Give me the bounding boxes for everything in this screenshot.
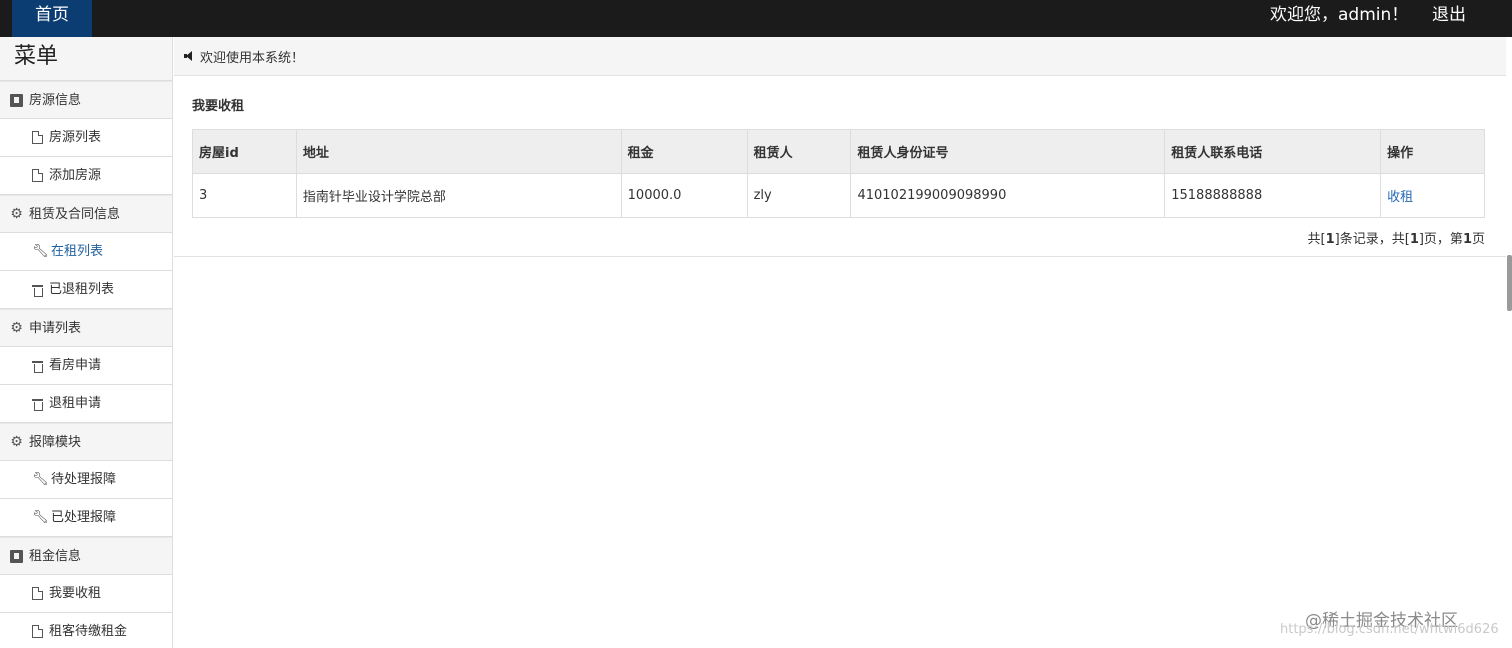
watermark-url: https://blog.csdn.net/whtwl6d626 <box>1280 622 1499 637</box>
sidebar-item-collect-rent[interactable]: 我要收租 <box>0 575 172 613</box>
table-row: 3 指南针毕业设计学院总部 10000.0 zly 41010219900909… <box>192 173 1485 218</box>
sidebar-item-label: 已处理报障 <box>51 510 117 525</box>
sidebar-group-label: 申请列表 <box>29 320 82 336</box>
trash-icon <box>32 284 43 297</box>
sidebar-item-termination-requests[interactable]: 退租申请 <box>0 385 172 423</box>
collect-rent-link[interactable]: 收租 <box>1387 190 1413 205</box>
cell-rent: 10000.0 <box>620 173 748 218</box>
sidebar-item-ended-lease-list[interactable]: 已退租列表 <box>0 271 172 309</box>
sidebar-group-house-info[interactable]: 房源信息 <box>0 81 172 119</box>
cell-address: 指南针毕业设计学院总部 <box>295 173 622 218</box>
column-header-rent: 租金 <box>620 129 748 174</box>
trash-icon <box>32 398 43 411</box>
top-navbar: 首页 欢迎您，admin！ 退出 <box>0 0 1512 37</box>
file-icon <box>32 625 43 638</box>
menu-title: 菜单 <box>0 37 172 81</box>
collect-rent-panel: 我要收租 房屋id 地址 租金 租赁人 租赁人身份证号 租赁人联系电话 操作 3 <box>174 76 1506 257</box>
sidebar-group-applications[interactable]: ⚙ 申请列表 <box>0 309 172 347</box>
sidebar-item-renting-list[interactable]: 🔧︎ 在租列表 <box>0 233 172 271</box>
cell-tenant: zly <box>746 173 852 218</box>
sidebar-item-pending-repairs[interactable]: 🔧︎ 待处理报障 <box>0 461 172 499</box>
sidebar-menu: 菜单 房源信息 房源列表 添加房源 ⚙ 租赁及合同信息 🔧︎ 在租列表 已退租列… <box>0 37 173 648</box>
gear-icon: ⚙ <box>10 433 23 450</box>
column-header-house-id: 房屋id <box>192 129 297 174</box>
logout-link[interactable]: 退出 <box>1432 0 1466 30</box>
cell-house-id: 3 <box>192 173 297 218</box>
sidebar-group-label: 租赁及合同信息 <box>29 206 121 222</box>
sidebar-item-label: 租客待缴租金 <box>49 624 128 639</box>
notice-bar: 欢迎使用本系统！ <box>174 37 1506 76</box>
book-icon <box>10 93 23 107</box>
home-tab[interactable]: 首页 <box>12 0 92 37</box>
book-icon <box>10 549 23 563</box>
rent-table: 房屋id 地址 租金 租赁人 租赁人身份证号 租赁人联系电话 操作 3 指南针毕… <box>192 129 1485 218</box>
sidebar-item-label: 我要收租 <box>49 586 102 601</box>
main-content: 欢迎使用本系统！ 我要收租 房屋id 地址 租金 租赁人 租赁人身份证号 租赁人… <box>174 37 1506 648</box>
cell-actions: 收租 <box>1380 173 1485 218</box>
scrollbar-thumb[interactable] <box>1507 255 1512 311</box>
pager-record-count: 1 <box>1325 232 1335 247</box>
gear-icon: ⚙ <box>10 205 23 222</box>
pager-text: 共[ <box>1307 232 1326 247</box>
wrench-icon: 🔧︎ <box>32 472 49 487</box>
pager-current-page: 1 <box>1462 232 1472 247</box>
column-header-actions: 操作 <box>1380 129 1485 174</box>
file-icon <box>32 131 43 144</box>
pager-text: 页 <box>1471 232 1485 247</box>
sidebar-group-repairs[interactable]: ⚙ 报障模块 <box>0 423 172 461</box>
sidebar-item-label: 已退租列表 <box>49 282 115 297</box>
pager-page-count: 1 <box>1409 232 1419 247</box>
sidebar-item-label: 添加房源 <box>49 168 102 183</box>
wrench-icon: 🔧︎ <box>32 510 49 525</box>
sidebar-group-lease-contract[interactable]: ⚙ 租赁及合同信息 <box>0 195 172 233</box>
sidebar-group-label: 租金信息 <box>29 548 82 564</box>
file-icon <box>32 169 43 182</box>
sidebar-item-label: 在租列表 <box>51 244 104 259</box>
sidebar-group-rent-info[interactable]: 租金信息 <box>0 537 172 575</box>
sidebar-item-label: 待处理报障 <box>51 472 117 487</box>
pager-text: ]页，第 <box>1418 232 1463 247</box>
sidebar-item-handled-repairs[interactable]: 🔧︎ 已处理报障 <box>0 499 172 537</box>
cell-tenant-phone: 15188888888 <box>1164 173 1382 218</box>
column-header-address: 地址 <box>295 129 622 174</box>
cell-tenant-id-number: 410102199009098990 <box>850 173 1166 218</box>
gear-icon: ⚙ <box>10 319 23 336</box>
pagination-info: 共[1]条记录，共[1]页，第1页 <box>1308 228 1485 247</box>
sidebar-item-label: 房源列表 <box>49 130 102 145</box>
sidebar-item-label: 看房申请 <box>49 358 102 373</box>
welcome-text: 欢迎您，admin！ <box>1270 5 1409 25</box>
sidebar-item-label: 退租申请 <box>49 396 102 411</box>
panel-title: 我要收租 <box>192 99 245 114</box>
pager-text: ]条记录，共[ <box>1334 232 1410 247</box>
trash-icon <box>32 360 43 373</box>
file-icon <box>32 587 43 600</box>
column-header-tenant-id-number: 租赁人身份证号 <box>850 129 1166 174</box>
column-header-tenant-phone: 租赁人联系电话 <box>1164 129 1382 174</box>
sidebar-group-label: 房源信息 <box>29 92 82 108</box>
sidebar-item-viewing-requests[interactable]: 看房申请 <box>0 347 172 385</box>
wrench-icon: 🔧︎ <box>32 244 49 259</box>
table-header-row: 房屋id 地址 租金 租赁人 租赁人身份证号 租赁人联系电话 操作 <box>192 129 1485 174</box>
sidebar-group-label: 报障模块 <box>29 434 82 450</box>
sidebar-item-house-list[interactable]: 房源列表 <box>0 119 172 157</box>
notice-text: 欢迎使用本系统！ <box>200 50 305 66</box>
sidebar-item-add-house[interactable]: 添加房源 <box>0 157 172 195</box>
speaker-icon <box>184 51 194 61</box>
sidebar-item-tenant-unpaid-rent[interactable]: 租客待缴租金 <box>0 613 172 648</box>
column-header-tenant: 租赁人 <box>746 129 852 174</box>
